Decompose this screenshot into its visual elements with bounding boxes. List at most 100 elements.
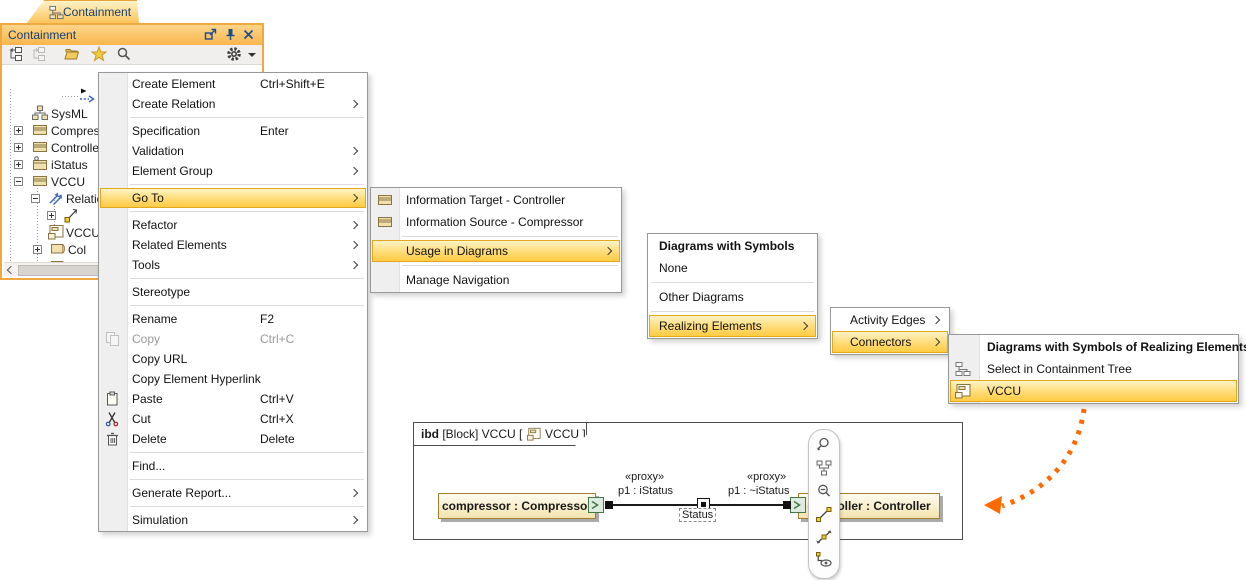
menu-item-copy[interactable]: CopyCtrl+C xyxy=(100,329,366,349)
menu-header-diagrams-of-realizing-elements: Diagrams with Symbols of Realizing Eleme… xyxy=(950,336,1237,358)
submenu-arrow-icon xyxy=(800,322,808,330)
menu-item-element-group[interactable]: Element Group xyxy=(100,161,366,181)
menu-item-generate-report[interactable]: Generate Report... xyxy=(100,483,366,503)
menu-item-label: Create Element xyxy=(132,77,215,91)
menu-item-label: Delete xyxy=(132,432,167,446)
close-icon[interactable] xyxy=(242,28,256,42)
zoom-out-icon[interactable] xyxy=(815,482,833,500)
panel-title-bar: Containment xyxy=(2,25,262,45)
expander-plus[interactable] xyxy=(47,211,56,220)
menu-item-label: Copy Element Hyperlink xyxy=(132,372,261,386)
menu-item-go-to[interactable]: Go To xyxy=(100,188,366,208)
paste-icon xyxy=(105,391,121,407)
smart-manipulator-toolbar xyxy=(808,429,840,579)
menu-item-stereotype[interactable]: Stereotype xyxy=(100,282,366,302)
containment-tree-icon xyxy=(49,5,64,20)
menu-item-create-relation[interactable]: Create Relation xyxy=(100,94,366,114)
menu-item-copy-element-hyperlink[interactable]: Copy Element Hyperlink xyxy=(100,369,366,389)
expander-plus[interactable] xyxy=(33,245,42,254)
menu-item-copy-url[interactable]: Copy URL xyxy=(100,349,366,369)
connectors-submenu: Diagrams with Symbols of Realizing Eleme… xyxy=(948,334,1239,404)
menu-item-related-elements[interactable]: Related Elements xyxy=(100,235,366,255)
copy-icon xyxy=(105,331,121,347)
right-port-label[interactable]: p1 : ~iStatus xyxy=(728,485,789,497)
diagram-icon xyxy=(527,427,541,441)
float-icon[interactable] xyxy=(204,28,218,42)
expand-all-icon[interactable] xyxy=(30,46,46,62)
menu-item-label: Diagrams with Symbols of Realizing Eleme… xyxy=(987,340,1246,354)
menu-item-none[interactable]: None xyxy=(649,257,816,279)
show-hide-parts-icon[interactable] xyxy=(815,551,833,569)
submenu-arrow-icon xyxy=(604,247,612,255)
dependencies-icon[interactable] xyxy=(815,528,833,546)
menu-item-shortcut: Enter xyxy=(260,124,289,138)
submenu-arrow-icon xyxy=(350,147,358,155)
path-endpoints-icon[interactable] xyxy=(815,505,833,523)
menu-item-refactor[interactable]: Refactor xyxy=(100,215,366,235)
relations-icon xyxy=(48,190,64,206)
menu-item-find[interactable]: Find... xyxy=(100,456,366,476)
pin-icon[interactable] xyxy=(224,28,238,42)
menu-item-paste[interactable]: PasteCtrl+V xyxy=(100,389,366,409)
menu-item-delete[interactable]: DeleteDelete xyxy=(100,429,366,449)
submenu-arrow-icon xyxy=(350,221,358,229)
menu-item-label: Stereotype xyxy=(132,285,190,299)
expander-plus[interactable] xyxy=(14,143,23,152)
diagram-frame: ibd [Block] VCCU [ VCCU ] xyxy=(413,422,963,540)
menu-item-usage-in-diagrams[interactable]: Usage in Diagrams xyxy=(372,240,620,262)
menu-item-validation[interactable]: Validation xyxy=(100,141,366,161)
menu-item-tools[interactable]: Tools xyxy=(100,255,366,275)
connector-icon xyxy=(64,207,80,223)
submenu-arrow-icon xyxy=(350,241,358,249)
menu-item-create-element[interactable]: Create ElementCtrl+Shift+E xyxy=(100,74,366,94)
menu-item-realizing-elements[interactable]: Realizing Elements xyxy=(649,315,816,337)
controller-proxy-port[interactable] xyxy=(790,497,806,513)
left-port-label[interactable]: p1 : iStatus xyxy=(618,485,673,497)
menu-item-manage-navigation[interactable]: Manage Navigation xyxy=(372,269,620,291)
block-icon xyxy=(32,122,48,138)
delete-icon xyxy=(105,431,121,447)
menu-item-label: Diagrams with Symbols xyxy=(659,239,794,253)
menu-item-label: VCCU xyxy=(987,384,1021,398)
tree-row-label: VCCU xyxy=(66,226,100,240)
favorites-icon[interactable] xyxy=(91,46,107,62)
expander-plus[interactable] xyxy=(14,126,23,135)
submenu-arrow-icon xyxy=(350,100,358,108)
menu-item-label: Other Diagrams xyxy=(659,290,744,304)
submenu-arrow-icon xyxy=(350,167,358,175)
compressor-part-block[interactable]: compressor : Compressor xyxy=(438,493,596,519)
menu-item-rename[interactable]: RenameF2 xyxy=(100,309,366,329)
scroll-left-icon[interactable] xyxy=(7,266,15,274)
compressor-proxy-port[interactable] xyxy=(588,497,604,513)
item-flow-icon xyxy=(80,88,96,104)
menu-item-specification[interactable]: SpecificationEnter xyxy=(100,121,366,141)
block-icon xyxy=(32,173,48,189)
menu-separator xyxy=(100,503,366,510)
zoom-selection-icon[interactable] xyxy=(815,436,833,454)
expander-plus[interactable] xyxy=(14,160,23,169)
menu-item-label: Create Relation xyxy=(132,97,215,111)
menu-item-select-in-containment-tree[interactable]: Select in Containment Tree xyxy=(950,358,1237,380)
open-folder-icon[interactable] xyxy=(64,46,80,62)
flow-label-status[interactable]: Status xyxy=(679,508,716,522)
expander-minus[interactable] xyxy=(14,177,23,186)
menu-item-other-diagrams[interactable]: Other Diagrams xyxy=(649,286,816,308)
model-icon xyxy=(32,105,48,121)
expander-minus[interactable] xyxy=(31,194,40,203)
menu-item-simulation[interactable]: Simulation xyxy=(100,510,366,530)
gear-dropdown-caret-icon[interactable] xyxy=(248,53,256,57)
diagram-descriptor: [Block] VCCU [ xyxy=(439,427,526,441)
menu-item-activity-edges[interactable]: Activity Edges xyxy=(832,309,948,331)
menu-item-vccu-diagram[interactable]: VCCU xyxy=(950,380,1237,402)
collapse-all-icon[interactable] xyxy=(7,46,23,62)
menu-item-label: Connectors xyxy=(850,335,911,349)
menu-item-cut[interactable]: CutCtrl+X xyxy=(100,409,366,429)
menu-item-label: Related Elements xyxy=(132,238,227,252)
search-icon[interactable] xyxy=(116,46,132,62)
tab-containment[interactable]: Containment xyxy=(27,0,139,23)
menu-item-connectors[interactable]: Connectors xyxy=(832,331,948,353)
settings-gear-icon[interactable] xyxy=(226,46,242,62)
menu-item-information-target[interactable]: Information Target - Controller xyxy=(372,189,620,211)
menu-item-information-source[interactable]: Information Source - Compressor xyxy=(372,211,620,233)
usage-in-diagrams-icon[interactable] xyxy=(815,459,833,477)
